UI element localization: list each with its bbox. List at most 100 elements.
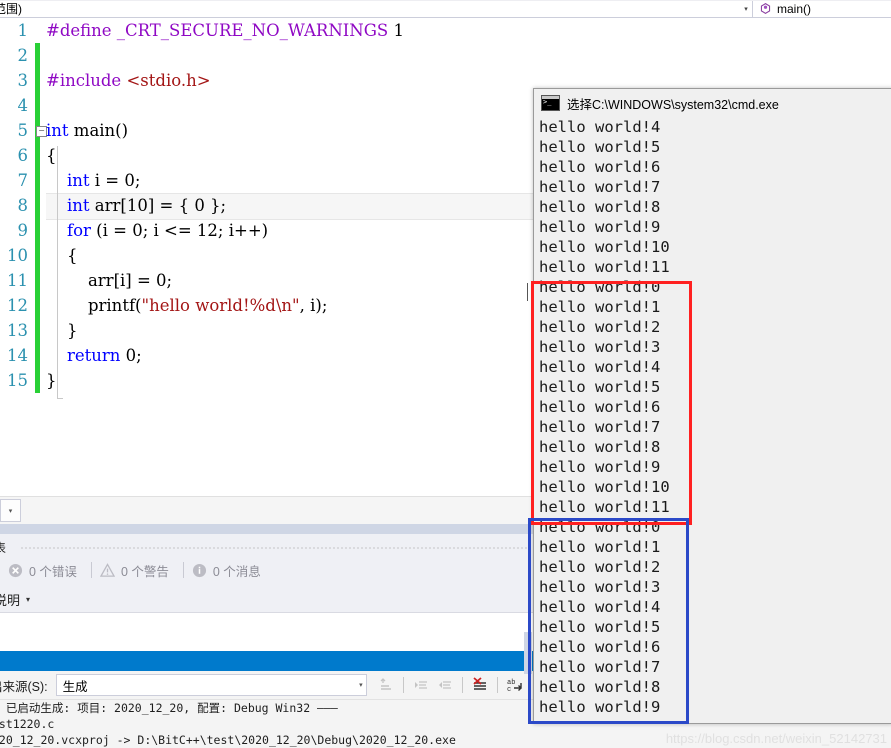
console-line: hello world!4 [539, 118, 661, 136]
info-icon [192, 563, 206, 577]
cmd-icon [541, 95, 560, 111]
console-line: hello world!9 [539, 218, 661, 236]
messages-count-label: 0 个消息 [212, 564, 261, 579]
svg-text:c: c [507, 686, 511, 693]
code-text: { [46, 143, 57, 168]
console-titlebar[interactable]: 选择C:\WINDOWS\system32\cmd.exe [534, 89, 891, 117]
token-pln: (i = 0; i <= 12; i++) [90, 221, 269, 240]
scope-dropdown[interactable]: 范围) ▾ [0, 0, 753, 17]
code-line[interactable]: 1 #define _CRT_SECURE_NO_WARNINGS 1 [0, 18, 891, 43]
code-text: #define _CRT_SECURE_NO_WARNINGS 1 [46, 18, 404, 43]
clear-all-icon [473, 677, 486, 690]
change-marker [35, 293, 40, 318]
scope-dropdown-label: 范围) [0, 2, 22, 16]
go-to-message-icon [380, 678, 391, 690]
console-line: hello world!10 [539, 238, 670, 256]
toolbar-divider [496, 677, 498, 693]
toolbar-divider [461, 677, 463, 693]
line-number: 10 [7, 246, 28, 265]
console-line: hello world!7 [539, 418, 661, 436]
member-dropdown[interactable]: main() [753, 0, 891, 17]
console-title-text: 选择C:\WINDOWS\system32\cmd.exe [567, 97, 779, 112]
console-line: hello world!11 [539, 498, 670, 516]
chevron-down-icon: ▾ [26, 594, 31, 604]
token-kw: int [66, 196, 90, 215]
chevron-down-icon: ▾ [8, 507, 13, 515]
console-line: hello world!7 [539, 658, 661, 676]
toggle-word-wrap-icon: ab c [507, 679, 522, 693]
console-line: hello world!5 [539, 378, 661, 396]
line-number: 15 [7, 371, 28, 390]
console-line: hello world!4 [539, 598, 661, 616]
line-number: 1 [17, 21, 29, 40]
code-text: arr[i] = 0; [46, 268, 172, 293]
change-marker [35, 368, 40, 393]
line-number: 9 [17, 221, 29, 240]
token-kw: for [66, 221, 91, 240]
change-marker [35, 268, 40, 293]
text-caret [527, 283, 528, 301]
output-source-dropdown[interactable]: 生成 ▾ [55, 674, 367, 696]
line-number: 12 [7, 296, 28, 315]
change-marker [35, 193, 40, 218]
warning-icon [99, 562, 115, 577]
line-number: 5 [17, 121, 29, 140]
console-line: hello world!1 [539, 538, 661, 556]
previous-message-icon [414, 681, 427, 689]
console-line: hello world!5 [539, 618, 661, 636]
console-line: hello world!2 [539, 558, 661, 576]
toggle-word-wrap-button[interactable]: ab c [504, 674, 526, 696]
messages-filter-button[interactable]: 0 个消息 [184, 561, 275, 580]
scrollbar-thumb[interactable] [524, 632, 532, 674]
console-line: hello world!6 [539, 638, 661, 656]
line-number: 6 [17, 146, 29, 165]
console-line: hello world!10 [539, 478, 670, 496]
clear-all-button[interactable] [469, 674, 491, 696]
editor-bottom-dropdown[interactable]: ▾ [0, 499, 21, 522]
line-number: 4 [17, 96, 29, 115]
console-line: hello world!7 [539, 178, 661, 196]
console-line: hello world!9 [539, 458, 661, 476]
console-output: hello world!4 hello world!5 hello world!6 h… [534, 117, 891, 717]
console-line: hello world!1 [539, 298, 661, 316]
console-line: hello world!3 [539, 578, 661, 596]
console-line: hello world!0 [539, 278, 661, 296]
chevron-down-icon: ▾ [359, 682, 363, 689]
output-toolbar-buttons: ab c [375, 674, 526, 696]
change-marker [35, 318, 40, 343]
code-text: int main() [46, 118, 128, 143]
console-line: hello world!9 [539, 698, 661, 716]
token-ppid: _CRT_SECURE_NO_WARNINGS [116, 21, 389, 40]
console-line: hello world!4 [539, 358, 661, 376]
toolbar-divider [402, 677, 404, 693]
line-number: 8 [17, 196, 29, 215]
previous-message-button[interactable] [410, 674, 432, 696]
cmd-console-window[interactable]: 选择C:\WINDOWS\system32\cmd.exe hello worl… [533, 88, 891, 724]
token-pln: arr[i] = 0; [46, 271, 173, 290]
console-line: hello world!8 [539, 198, 661, 216]
code-text: } [46, 368, 57, 393]
change-marker [35, 143, 40, 168]
next-message-button[interactable] [434, 674, 456, 696]
output-source-value: 生成 [62, 679, 88, 694]
code-text: } [46, 318, 78, 343]
watermark: https://blog.csdn.net/weixin_52142731 [665, 731, 887, 746]
change-marker [35, 343, 40, 368]
console-line: hello world!0 [539, 518, 661, 536]
code-line[interactable]: 2 [0, 43, 891, 68]
token-kw: int [46, 121, 69, 140]
console-line: hello world!8 [539, 438, 661, 456]
warnings-filter-button[interactable]: 0 个警告 [92, 561, 183, 580]
token-pln: main() [68, 121, 129, 140]
go-to-message-button[interactable] [375, 674, 397, 696]
warnings-count-label: 0 个警告 [120, 564, 169, 579]
console-line: hello world!2 [539, 318, 661, 336]
line-number: 2 [17, 46, 29, 65]
token-pln: printf( [46, 296, 142, 315]
code-text: for (i = 0; i <= 12; i++) [46, 218, 268, 243]
change-marker [35, 168, 40, 193]
token-pln [46, 196, 67, 215]
editor-navigation-bar: 范围) ▾ main() [0, 0, 891, 18]
errors-filter-button[interactable]: 0 个错误 [0, 561, 91, 580]
error-icon [8, 563, 23, 577]
